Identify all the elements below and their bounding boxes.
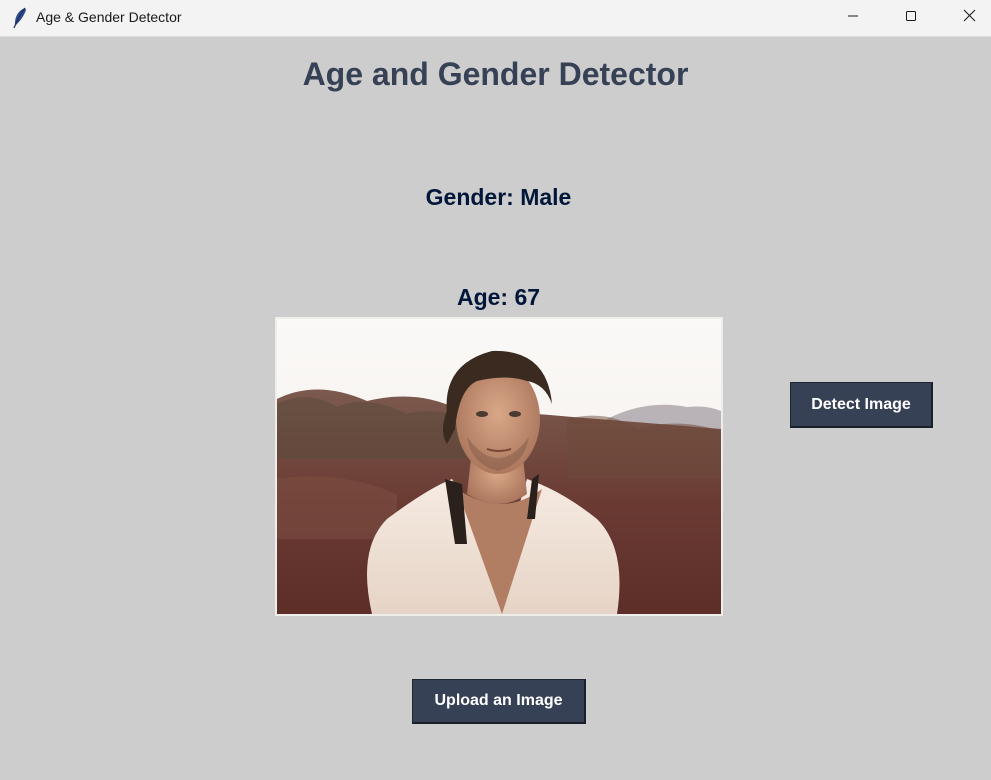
age-result: Age: 67 xyxy=(456,284,541,310)
window-title: Age & Gender Detector xyxy=(36,9,182,25)
feather-icon xyxy=(11,7,29,29)
app-window: Age & Gender Detector Age and Gender Det… xyxy=(0,0,991,780)
maximize-icon xyxy=(905,9,917,27)
title-bar[interactable]: Age & Gender Detector xyxy=(0,0,991,37)
maximize-button[interactable] xyxy=(882,0,940,36)
page-title: Age and Gender Detector xyxy=(302,56,689,92)
close-icon xyxy=(963,9,976,27)
minimize-button[interactable] xyxy=(824,0,882,36)
gender-result: Gender: Male xyxy=(425,184,572,210)
upload-image-button[interactable]: Upload an Image xyxy=(412,679,586,724)
detect-image-button[interactable]: Detect Image xyxy=(790,382,933,428)
uploaded-image xyxy=(275,317,723,616)
close-button[interactable] xyxy=(940,0,991,36)
minimize-icon xyxy=(847,9,859,27)
